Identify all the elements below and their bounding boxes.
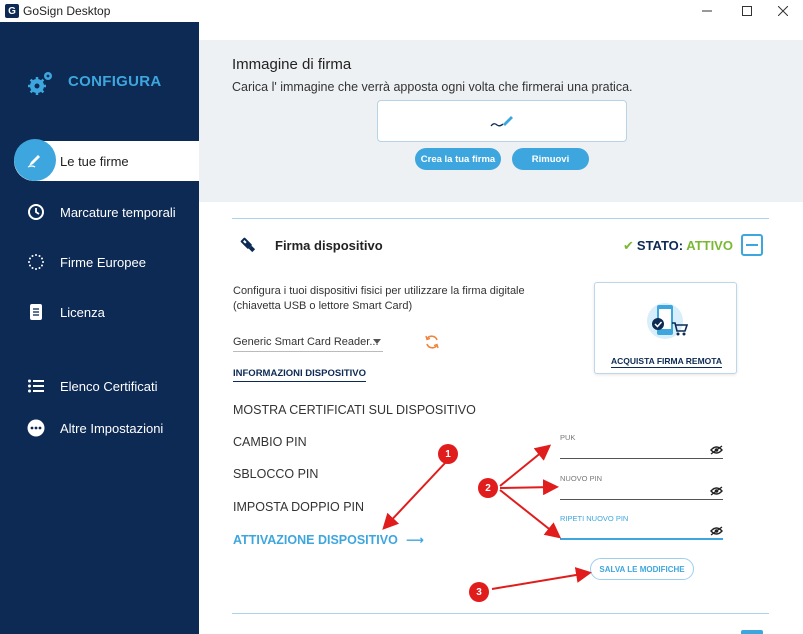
puk-field[interactable]: PUK — [560, 433, 723, 459]
sidebar-item-licenza[interactable]: Licenza — [0, 292, 199, 332]
arrow-right-icon: ⟶ — [405, 533, 424, 547]
menu-device-activation-label: ATTIVAZIONE DISPOSITIVO — [233, 533, 398, 547]
sidebar-item-le-tue-firme[interactable]: Le tue firme — [14, 139, 199, 181]
annotation-badge-2: 2 — [478, 478, 498, 498]
repeat-pin-field[interactable]: RIPETI NUOVO PIN — [560, 514, 723, 540]
main-content: Immagine di firma Carica l' immagine che… — [199, 22, 803, 634]
repeat-pin-label: RIPETI NUOVO PIN — [560, 514, 629, 523]
sidebar-item-label: Elenco Certificati — [60, 378, 158, 394]
buy-remote-signature-card[interactable]: ACQUISTA FIRMA REMOTA — [594, 282, 737, 374]
gears-icon — [26, 69, 56, 99]
annotation-badge-3: 3 — [469, 582, 489, 602]
sidebar-item-label: Licenza — [60, 304, 105, 320]
phone-cart-icon — [645, 301, 689, 348]
remove-signature-button[interactable]: Rimuovi — [512, 148, 589, 170]
section-description: Carica l' immagine che verrà apposta ogn… — [232, 80, 633, 94]
minus-icon — [746, 244, 758, 246]
minimize-icon — [702, 10, 712, 12]
menu-change-pin[interactable]: CAMBIO PIN — [233, 435, 307, 449]
section-title: Immagine di firma — [232, 56, 352, 73]
app-logo-icon: G — [5, 4, 19, 18]
signature-icon — [14, 139, 56, 181]
reader-select[interactable]: Generic Smart Card Reader... — [233, 336, 383, 352]
divider — [232, 218, 769, 219]
title-bar: G GoSign Desktop — [0, 0, 803, 22]
next-section-collapse-button[interactable] — [741, 630, 763, 634]
usb-key-icon — [239, 236, 257, 259]
sidebar-item-label: Marcature temporali — [60, 204, 176, 220]
annotation-badge-1: 1 — [438, 444, 458, 464]
refresh-icon[interactable] — [424, 334, 440, 350]
sidebar-item-label: Firme Europee — [60, 254, 146, 270]
list-icon — [26, 376, 46, 396]
menu-device-activation[interactable]: ATTIVAZIONE DISPOSITIVO ⟶ — [233, 532, 424, 547]
sidebar-item-altre-impostazioni[interactable]: Altre Impostazioni — [0, 408, 199, 448]
sidebar-item-firme-europee[interactable]: Firme Europee — [0, 242, 199, 282]
status-indicator: ✔ STATO: ATTIVO — [623, 238, 733, 254]
reader-select-value: Generic Smart Card Reader... — [233, 336, 379, 348]
close-button[interactable] — [760, 0, 803, 22]
device-info-link[interactable]: INFORMAZIONI DISPOSITIVO — [233, 368, 367, 382]
sidebar-item-label: Le tue firme — [60, 153, 129, 169]
puk-label: PUK — [560, 433, 576, 442]
sidebar-item-elenco-certificati[interactable]: Elenco Certificati — [0, 366, 199, 406]
device-signature-title: Firma dispositivo — [275, 238, 383, 253]
pen-icon — [490, 116, 513, 127]
buy-remote-signature-label: ACQUISTA FIRMA REMOTA — [611, 356, 722, 368]
create-signature-button[interactable]: Crea la tua firma — [415, 148, 501, 170]
signature-preview[interactable] — [377, 100, 627, 142]
new-pin-label: NUOVO PIN — [560, 474, 603, 483]
close-icon — [778, 6, 788, 16]
more-icon — [26, 418, 46, 438]
eye-off-icon[interactable] — [710, 486, 723, 496]
collapse-button[interactable] — [741, 234, 763, 256]
save-changes-button[interactable]: SALVA LE MODIFICHE — [590, 558, 694, 580]
status-value: ATTIVO — [686, 238, 733, 253]
check-icon: ✔ — [623, 238, 634, 253]
eye-off-icon[interactable] — [710, 445, 723, 455]
menu-unlock-pin[interactable]: SBLOCCO PIN — [233, 467, 318, 481]
divider — [232, 613, 769, 614]
menu-show-certificates[interactable]: MOSTRA CERTIFICATI SUL DISPOSITIVO — [233, 403, 476, 417]
clock-icon — [26, 202, 46, 222]
eye-off-icon[interactable] — [710, 526, 723, 536]
eu-stars-icon — [26, 252, 46, 272]
brand-label: CONFIGURA — [68, 73, 162, 90]
sidebar: CONFIGURA Le tue firme Marcature tempora… — [0, 22, 199, 634]
sidebar-item-label: Altre Impostazioni — [60, 420, 164, 436]
signature-image-section: Immagine di firma Carica l' immagine che… — [199, 40, 803, 202]
status-label: STATO: — [636, 238, 684, 253]
window-title: GoSign Desktop — [23, 4, 111, 18]
new-pin-field[interactable]: NUOVO PIN — [560, 474, 723, 500]
menu-double-pin[interactable]: IMPOSTA DOPPIO PIN — [233, 500, 364, 514]
maximize-icon — [742, 6, 752, 16]
license-icon — [26, 302, 46, 322]
device-description: Configura i tuoi dispositivi fisici per … — [233, 285, 525, 312]
brand: CONFIGURA — [26, 69, 161, 99]
sidebar-item-marcature-temporali[interactable]: Marcature temporali — [0, 192, 199, 232]
chevron-down-icon — [373, 339, 381, 344]
